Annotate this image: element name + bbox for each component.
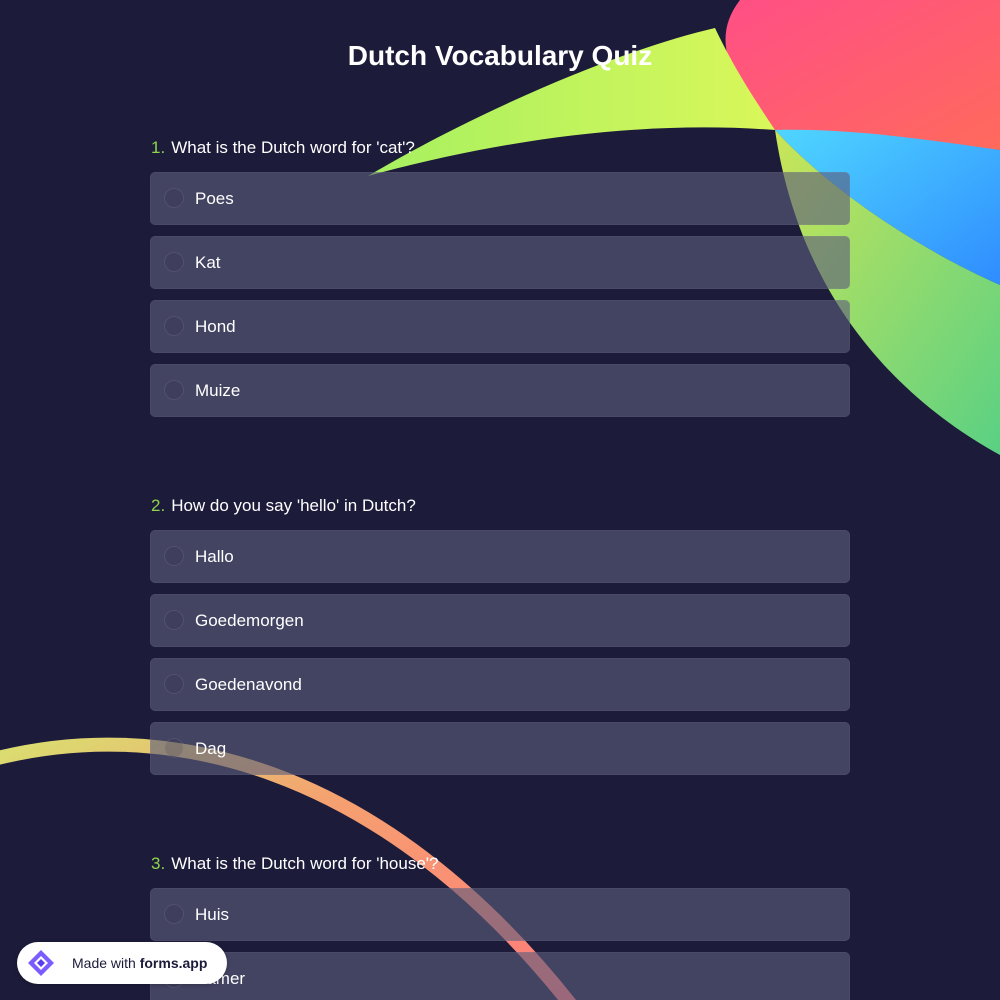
option-label: Dag [195,739,227,758]
q2-option-hallo[interactable]: Hallo [150,530,850,583]
question-number: 1. [151,138,166,157]
badge-text: Made with forms.app [72,955,207,971]
q3-option-huis[interactable]: Huis [150,888,850,941]
radio-circle-icon[interactable] [164,610,184,630]
radio-circle-icon[interactable] [164,316,184,336]
option-label: Goedenavond [195,675,302,694]
option-label: Hallo [195,547,234,566]
badge-prefix: Made with [72,955,136,971]
forms-app-logo-icon [28,950,54,976]
option-label: Huis [195,905,230,924]
q1-option-kat[interactable]: Kat [150,236,850,289]
question-2-label: 2. How do you say 'hello' in Dutch? [151,496,416,516]
question-1-label: 1. What is the Dutch word for 'cat'? [151,138,415,158]
made-with-forms-app-badge[interactable]: Made with forms.app [17,942,227,984]
option-label: Kat [195,253,221,272]
q1-option-muize[interactable]: Muize [150,364,850,417]
pink-shape [725,0,1000,150]
radio-circle-icon[interactable] [164,674,184,694]
radio-circle-icon[interactable] [164,904,184,924]
question-text: What is the Dutch word for 'cat'? [171,138,415,157]
q1-option-hond[interactable]: Hond [150,300,850,353]
radio-circle-icon[interactable] [164,380,184,400]
q2-option-goedemorgen[interactable]: Goedemorgen [150,594,850,647]
radio-circle-icon[interactable] [164,546,184,566]
badge-brand: forms.app [139,955,208,971]
option-label: Hond [195,317,236,336]
question-number: 2. [151,496,166,515]
q2-option-dag[interactable]: Dag [150,722,850,775]
radio-circle-icon[interactable] [164,188,184,208]
q2-option-goedenavond[interactable]: Goedenavond [150,658,850,711]
option-label: Goedemorgen [195,611,304,630]
option-label: Poes [195,189,234,208]
q3-option-kamer[interactable]: Kamer [150,952,850,1000]
background-decoration [0,0,1000,1000]
radio-circle-icon[interactable] [164,252,184,272]
q1-option-poes[interactable]: Poes [150,172,850,225]
quiz-page: Dutch Vocabulary Quiz 1. What is the Dutc… [0,0,1000,1000]
form-title: Dutch Vocabulary Quiz [347,40,653,71]
question-text: What is the Dutch word for 'house'? [171,854,439,873]
option-label: Muize [195,381,241,400]
radio-circle-icon[interactable] [164,738,184,758]
question-number: 3. [151,854,166,873]
question-text: How do you say 'hello' in Dutch? [171,496,416,515]
question-3-label: 3. What is the Dutch word for 'house'? [151,854,438,874]
